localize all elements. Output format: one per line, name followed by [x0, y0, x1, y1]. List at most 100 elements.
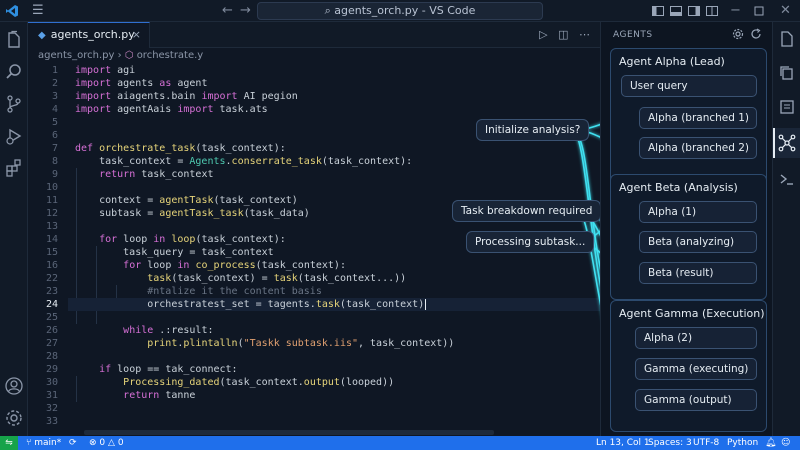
- line-text: context = agentTask(task_context): [75, 195, 298, 206]
- breadcrumb: agents_orch.py › ⬡ orchestrate.y: [38, 50, 203, 61]
- explorer-icon[interactable]: [4, 30, 24, 50]
- python-file-icon: ◆: [38, 30, 46, 41]
- line-number: 7: [51, 143, 58, 154]
- tab-agents-orch[interactable]: ◆ agents_orch.py ×: [28, 22, 150, 48]
- copy-icon[interactable]: [778, 64, 796, 82]
- menu-icon[interactable]: ☰: [32, 3, 44, 18]
- cursor-position[interactable]: Ln 13, Col 1: [596, 436, 650, 450]
- breadcrumb-file[interactable]: agents_orch.py: [38, 50, 114, 61]
- encoding[interactable]: UTF-8: [693, 436, 719, 450]
- line-number: 22: [45, 273, 58, 284]
- terminal-icon[interactable]: [778, 170, 796, 188]
- branch-indicator[interactable]: ⑂ main*: [26, 436, 61, 450]
- forward-arrow-icon[interactable]: →: [240, 3, 251, 18]
- customize-layout-icon[interactable]: [705, 4, 719, 18]
- list-icon[interactable]: [778, 98, 796, 116]
- agent-group-beta: Agent Beta (Analysis) Alpha (1) Beta (an…: [610, 174, 767, 300]
- refresh-icon[interactable]: [750, 28, 762, 40]
- line-text: orchestratest_set = tagents.task(task_co…: [75, 299, 427, 310]
- flow-node-breakdown[interactable]: Task breakdown required: [452, 200, 602, 222]
- maximize-icon[interactable]: [752, 4, 766, 18]
- line-text: task_context = Agents.conserrate_task(ta…: [75, 156, 413, 167]
- chevron-right-icon: ›: [117, 50, 125, 61]
- problems-indicator[interactable]: ⊗ 0 △ 0: [89, 436, 124, 450]
- settings-gear-icon[interactable]: [4, 408, 24, 428]
- chip-alpha-1[interactable]: Alpha (1): [639, 201, 757, 223]
- line-number: 1: [51, 65, 58, 76]
- toggle-sidebar-icon[interactable]: [651, 4, 665, 18]
- line-number: 24: [45, 299, 58, 310]
- command-center-search[interactable]: ⌕ agents_orch.py - VS Code: [257, 2, 543, 20]
- more-actions-icon[interactable]: ⋯: [579, 28, 590, 41]
- flow-node-processing[interactable]: Processing subtask...: [466, 231, 595, 253]
- extensions-icon[interactable]: [4, 158, 24, 178]
- panel-title: AGENTS: [613, 30, 653, 40]
- run-debug-icon[interactable]: [4, 126, 24, 146]
- breadcrumb-symbol[interactable]: orchestrate.y: [137, 50, 204, 61]
- notifications-icon[interactable]: 🔔︎: [765, 436, 776, 450]
- line-number: 26: [45, 325, 58, 336]
- chip-gamma-output[interactable]: Gamma (output): [635, 389, 757, 411]
- line-number: 33: [45, 416, 58, 427]
- symbol-icon: ⬡: [124, 50, 137, 61]
- line-number: 14: [45, 234, 58, 245]
- back-arrow-icon[interactable]: ←: [222, 3, 233, 18]
- chip-alpha-2[interactable]: Alpha (2): [635, 327, 757, 349]
- chip-beta-result[interactable]: Beta (result): [639, 262, 757, 284]
- language-mode[interactable]: Python: [727, 436, 758, 450]
- line-number: 10: [45, 182, 58, 193]
- run-file-icon[interactable]: ▷: [539, 28, 547, 41]
- agent-network-icon: [778, 134, 796, 152]
- close-tab-icon[interactable]: ×: [132, 23, 141, 47]
- toggle-panel-icon[interactable]: [669, 4, 683, 18]
- minimize-icon[interactable]: −: [730, 3, 741, 18]
- close-icon[interactable]: ✕: [780, 3, 791, 18]
- line-number: 25: [45, 312, 58, 323]
- group-title: Agent Gamma (Execution): [619, 307, 765, 320]
- line-number: 13: [45, 221, 58, 232]
- line-number: 32: [45, 403, 58, 414]
- new-file-icon[interactable]: [778, 30, 796, 48]
- warning-icon: △: [108, 438, 118, 448]
- toggle-secondary-sidebar-icon[interactable]: [687, 4, 701, 18]
- line-number: 31: [45, 390, 58, 401]
- line-text: Processing_dated(task_context.output(loo…: [123, 377, 395, 388]
- line-number: 3: [51, 91, 58, 102]
- search-icon: ⌕: [324, 4, 335, 17]
- chip-gamma-executing[interactable]: Gamma (executing): [635, 358, 757, 380]
- horizontal-scrollbar[interactable]: [84, 430, 494, 435]
- line-text: import agents as agent: [75, 78, 208, 89]
- line-number: 12: [45, 208, 58, 219]
- line-number: 15: [45, 247, 58, 258]
- settings-gear-icon[interactable]: [732, 28, 744, 40]
- search-icon[interactable]: [4, 62, 24, 82]
- line-number: 23: [45, 286, 58, 297]
- agent-group-alpha: Agent Alpha (Lead) User query Alpha (bra…: [610, 48, 767, 184]
- line-text: if loop == tak_connect:: [99, 364, 238, 375]
- agents-view-active[interactable]: [773, 128, 800, 158]
- line-text: for loop in co_process(task_context):: [123, 260, 346, 271]
- split-editor-icon[interactable]: ◫: [558, 28, 568, 41]
- line-number: 9: [51, 169, 58, 180]
- line-number: 4: [51, 104, 58, 115]
- line-number: 6: [51, 130, 58, 141]
- remote-indicator-icon[interactable]: ⇋: [0, 436, 18, 450]
- source-control-icon[interactable]: [4, 94, 24, 114]
- indentation[interactable]: Spaces: 3: [648, 436, 692, 450]
- line-text: import agentAais import task.ats: [75, 104, 268, 115]
- chip-alpha-branched-2[interactable]: Alpha (branched 2): [639, 137, 757, 159]
- line-text: import aiagents.bain import AI pegion: [75, 91, 298, 102]
- line-number: 27: [45, 338, 58, 349]
- vscode-logo-icon[interactable]: [5, 4, 19, 18]
- chip-alpha-branched-1[interactable]: Alpha (branched 1): [639, 107, 757, 129]
- editor-area: ◆ agents_orch.py × ▷ ◫ ⋯ agents_orch.py ›…: [28, 22, 600, 436]
- line-number: 5: [51, 117, 58, 128]
- sync-icon[interactable]: ⟳: [69, 436, 77, 450]
- flow-node-initialize[interactable]: Initialize analysis?: [476, 119, 590, 141]
- status-bar: ⇋ ⑂ main* ⟳ ⊗ 0 △ 0 Ln 13, Col 1 Spaces:…: [0, 436, 800, 450]
- chip-user-query[interactable]: User query: [621, 75, 757, 97]
- account-icon[interactable]: [4, 376, 24, 396]
- feedback-icon[interactable]: ☺: [781, 436, 790, 450]
- chip-beta-analyzing[interactable]: Beta (analyzing): [639, 231, 757, 253]
- secondary-activity-bar: [772, 22, 800, 436]
